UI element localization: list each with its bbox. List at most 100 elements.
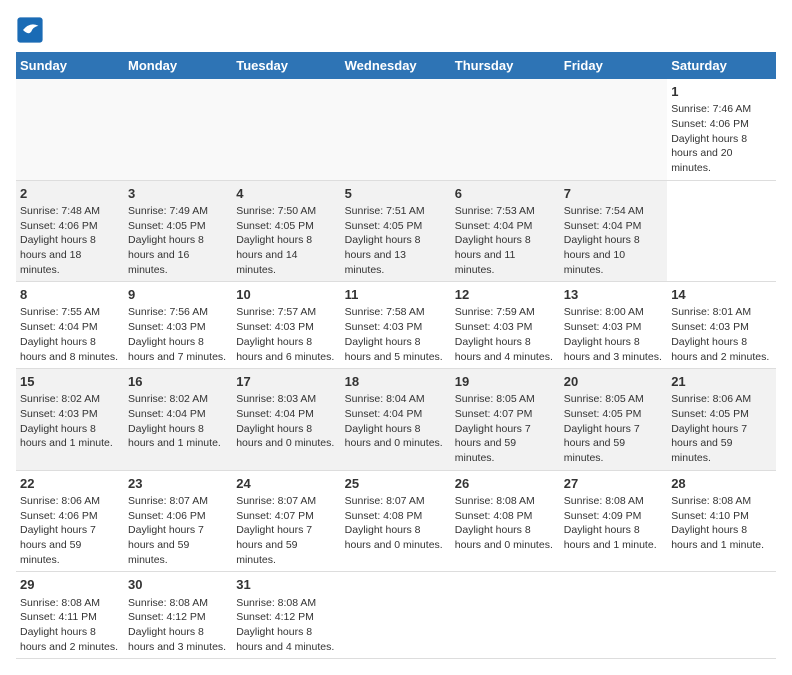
calendar-cell: 19Sunrise: 8:05 AMSunset: 4:07 PMDayligh… bbox=[451, 369, 560, 471]
calendar-cell: 18Sunrise: 8:04 AMSunset: 4:04 PMDayligh… bbox=[341, 369, 451, 471]
day-number: 26 bbox=[455, 475, 556, 493]
day-number: 9 bbox=[128, 286, 228, 304]
day-info: Sunrise: 8:01 AMSunset: 4:03 PMDaylight … bbox=[671, 305, 772, 364]
day-number: 10 bbox=[236, 286, 336, 304]
day-number: 16 bbox=[128, 373, 228, 391]
calendar-cell: 12Sunrise: 7:59 AMSunset: 4:03 PMDayligh… bbox=[451, 282, 560, 369]
day-number: 18 bbox=[345, 373, 447, 391]
calendar-cell: 9Sunrise: 7:56 AMSunset: 4:03 PMDaylight… bbox=[124, 282, 232, 369]
week-row-5: 22Sunrise: 8:06 AMSunset: 4:06 PMDayligh… bbox=[16, 470, 776, 572]
calendar-cell bbox=[451, 572, 560, 659]
calendar-cell bbox=[232, 79, 340, 180]
page-header bbox=[16, 16, 776, 44]
calendar-cell: 31 Sunrise: 8:08 AMSunset: 4:12 PMDayligh… bbox=[232, 572, 340, 659]
day-info: Sunrise: 8:07 AMSunset: 4:06 PMDaylight … bbox=[128, 494, 228, 567]
day-info: Sunrise: 7:50 AMSunset: 4:05 PMDaylight … bbox=[236, 204, 336, 277]
calendar-cell bbox=[124, 79, 232, 180]
day-number: 7 bbox=[564, 185, 663, 203]
day-info: Sunrise: 7:46 AMSunset: 4:06 PMDaylight … bbox=[671, 102, 772, 175]
calendar-cell bbox=[451, 79, 560, 180]
day-number: 14 bbox=[671, 286, 772, 304]
day-info: Sunrise: 7:51 AMSunset: 4:05 PMDaylight … bbox=[345, 204, 447, 277]
day-info: Sunrise: 8:08 AMSunset: 4:12 PMDaylight … bbox=[236, 596, 336, 655]
calendar-cell: 2Sunrise: 7:48 AMSunset: 4:06 PMDaylight… bbox=[16, 180, 124, 282]
day-number: 22 bbox=[20, 475, 120, 493]
day-info: Sunrise: 8:00 AMSunset: 4:03 PMDaylight … bbox=[564, 305, 663, 364]
day-number: 15 bbox=[20, 373, 120, 391]
calendar-cell: 15Sunrise: 8:02 AMSunset: 4:03 PMDayligh… bbox=[16, 369, 124, 471]
day-info: Sunrise: 7:49 AMSunset: 4:05 PMDaylight … bbox=[128, 204, 228, 277]
day-number: 3 bbox=[128, 185, 228, 203]
day-info: Sunrise: 8:06 AMSunset: 4:06 PMDaylight … bbox=[20, 494, 120, 567]
calendar-cell: 14Sunrise: 8:01 AMSunset: 4:03 PMDayligh… bbox=[667, 282, 776, 369]
calendar-cell: 1Sunrise: 7:46 AMSunset: 4:06 PMDaylight… bbox=[667, 79, 776, 180]
calendar-cell: 21Sunrise: 8:06 AMSunset: 4:05 PMDayligh… bbox=[667, 369, 776, 471]
week-row-6: 29Sunrise: 8:08 AMSunset: 4:11 PMDayligh… bbox=[16, 572, 776, 659]
day-number: 20 bbox=[564, 373, 663, 391]
day-info: Sunrise: 7:54 AMSunset: 4:04 PMDaylight … bbox=[564, 204, 663, 277]
calendar-cell: 24Sunrise: 8:07 AMSunset: 4:07 PMDayligh… bbox=[232, 470, 340, 572]
calendar-cell: 28Sunrise: 8:08 AMSunset: 4:10 PMDayligh… bbox=[667, 470, 776, 572]
day-number: 1 bbox=[671, 83, 772, 101]
day-info: Sunrise: 8:05 AMSunset: 4:07 PMDaylight … bbox=[455, 392, 556, 465]
calendar-cell bbox=[341, 79, 451, 180]
day-number: 12 bbox=[455, 286, 556, 304]
day-info: Sunrise: 7:57 AMSunset: 4:03 PMDaylight … bbox=[236, 305, 336, 364]
calendar-cell: 8Sunrise: 7:55 AMSunset: 4:04 PMDaylight… bbox=[16, 282, 124, 369]
calendar-cell: 23Sunrise: 8:07 AMSunset: 4:06 PMDayligh… bbox=[124, 470, 232, 572]
day-info: Sunrise: 8:02 AMSunset: 4:04 PMDaylight … bbox=[128, 392, 228, 451]
day-number: 19 bbox=[455, 373, 556, 391]
calendar-cell bbox=[16, 79, 124, 180]
day-number: 27 bbox=[564, 475, 663, 493]
calendar-cell: 3Sunrise: 7:49 AMSunset: 4:05 PMDaylight… bbox=[124, 180, 232, 282]
day-info: Sunrise: 7:48 AMSunset: 4:06 PMDaylight … bbox=[20, 204, 120, 277]
day-number: 31 bbox=[236, 576, 336, 594]
calendar-cell: 6Sunrise: 7:53 AMSunset: 4:04 PMDaylight… bbox=[451, 180, 560, 282]
day-number: 4 bbox=[236, 185, 336, 203]
col-header-thursday: Thursday bbox=[451, 52, 560, 79]
calendar-cell bbox=[341, 572, 451, 659]
calendar-cell: 29Sunrise: 8:08 AMSunset: 4:11 PMDayligh… bbox=[16, 572, 124, 659]
day-info: Sunrise: 8:08 AMSunset: 4:08 PMDaylight … bbox=[455, 494, 556, 553]
day-number: 23 bbox=[128, 475, 228, 493]
calendar-cell: 4Sunrise: 7:50 AMSunset: 4:05 PMDaylight… bbox=[232, 180, 340, 282]
day-info: Sunrise: 8:08 AMSunset: 4:09 PMDaylight … bbox=[564, 494, 663, 553]
col-header-monday: Monday bbox=[124, 52, 232, 79]
calendar-table: SundayMondayTuesdayWednesdayThursdayFrid… bbox=[16, 52, 776, 659]
day-info: Sunrise: 7:58 AMSunset: 4:03 PMDaylight … bbox=[345, 305, 447, 364]
col-header-saturday: Saturday bbox=[667, 52, 776, 79]
calendar-cell: 7Sunrise: 7:54 AMSunset: 4:04 PMDaylight… bbox=[560, 180, 667, 282]
day-number: 30 bbox=[128, 576, 228, 594]
day-info: Sunrise: 7:56 AMSunset: 4:03 PMDaylight … bbox=[128, 305, 228, 364]
calendar-cell bbox=[667, 572, 776, 659]
calendar-cell: 30 Sunrise: 8:08 AMSunset: 4:12 PMDayligh… bbox=[124, 572, 232, 659]
calendar-cell: 13Sunrise: 8:00 AMSunset: 4:03 PMDayligh… bbox=[560, 282, 667, 369]
col-header-wednesday: Wednesday bbox=[341, 52, 451, 79]
calendar-cell: 16Sunrise: 8:02 AMSunset: 4:04 PMDayligh… bbox=[124, 369, 232, 471]
day-number: 29 bbox=[20, 576, 120, 594]
col-header-sunday: Sunday bbox=[16, 52, 124, 79]
day-info: Sunrise: 8:08 AMSunset: 4:10 PMDaylight … bbox=[671, 494, 772, 553]
day-number: 8 bbox=[20, 286, 120, 304]
col-header-tuesday: Tuesday bbox=[232, 52, 340, 79]
day-info: Sunrise: 8:08 AMSunset: 4:12 PMDaylight … bbox=[128, 596, 228, 655]
logo-icon bbox=[16, 16, 44, 44]
calendar-cell: 27Sunrise: 8:08 AMSunset: 4:09 PMDayligh… bbox=[560, 470, 667, 572]
calendar-cell: 26Sunrise: 8:08 AMSunset: 4:08 PMDayligh… bbox=[451, 470, 560, 572]
week-row-2: 2Sunrise: 7:48 AMSunset: 4:06 PMDaylight… bbox=[16, 180, 776, 282]
day-number: 28 bbox=[671, 475, 772, 493]
calendar-cell: 25Sunrise: 8:07 AMSunset: 4:08 PMDayligh… bbox=[341, 470, 451, 572]
logo bbox=[16, 16, 48, 44]
day-info: Sunrise: 8:07 AMSunset: 4:08 PMDaylight … bbox=[345, 494, 447, 553]
day-number: 11 bbox=[345, 286, 447, 304]
day-info: Sunrise: 7:55 AMSunset: 4:04 PMDaylight … bbox=[20, 305, 120, 364]
day-number: 21 bbox=[671, 373, 772, 391]
day-info: Sunrise: 8:03 AMSunset: 4:04 PMDaylight … bbox=[236, 392, 336, 451]
day-number: 17 bbox=[236, 373, 336, 391]
day-number: 25 bbox=[345, 475, 447, 493]
calendar-cell: 20Sunrise: 8:05 AMSunset: 4:05 PMDayligh… bbox=[560, 369, 667, 471]
calendar-cell: 10Sunrise: 7:57 AMSunset: 4:03 PMDayligh… bbox=[232, 282, 340, 369]
calendar-cell: 22Sunrise: 8:06 AMSunset: 4:06 PMDayligh… bbox=[16, 470, 124, 572]
day-info: Sunrise: 8:05 AMSunset: 4:05 PMDaylight … bbox=[564, 392, 663, 465]
calendar-cell: 11Sunrise: 7:58 AMSunset: 4:03 PMDayligh… bbox=[341, 282, 451, 369]
